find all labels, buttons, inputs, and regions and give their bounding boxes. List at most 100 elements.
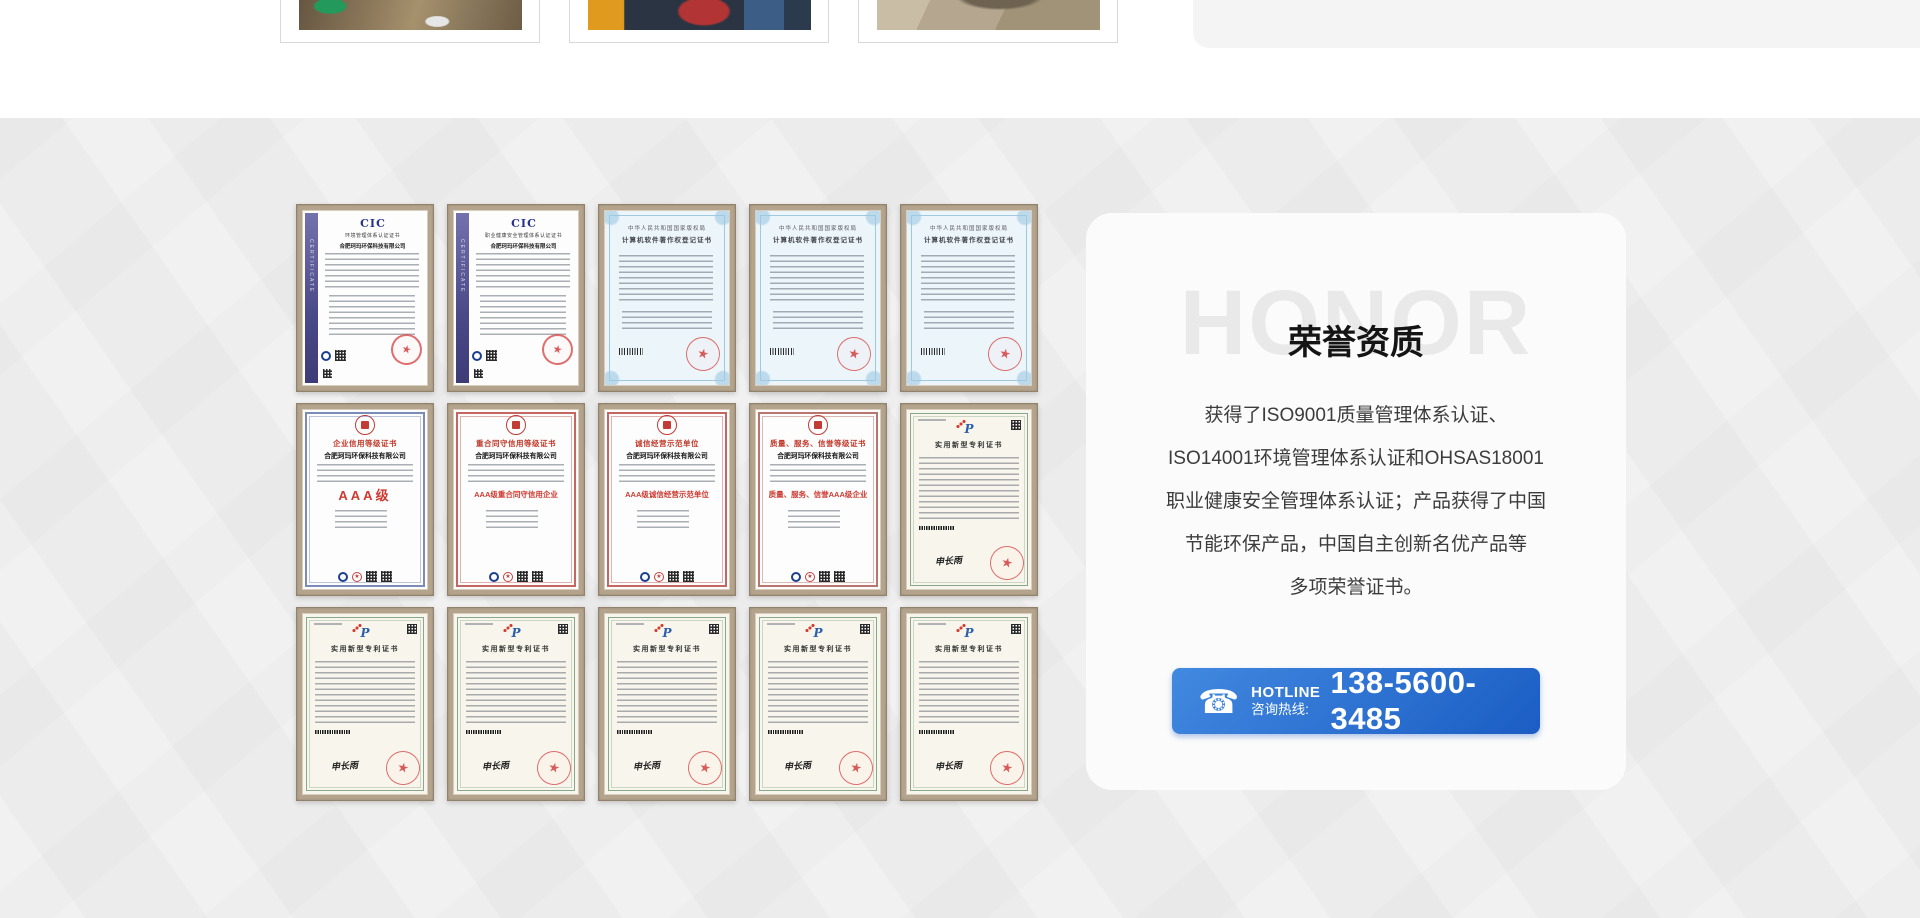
certificate-paper: 中华人民共和国国家版权局 计算机软件著作权登记证书 ★	[756, 211, 880, 385]
certification-mark-icon	[472, 351, 482, 361]
cnipa-logo-icon: P	[964, 422, 973, 436]
certificate-decor	[465, 623, 493, 625]
certificate-paper: P 实用新型专利证书 申长雨 ★	[907, 410, 1031, 589]
qr-code-icon	[381, 571, 392, 582]
certificate-decor	[637, 510, 689, 528]
barcode-icon	[921, 348, 945, 355]
signature: 申长雨	[784, 758, 812, 773]
certificate-cic-iso: CERTIFICATE CIC 职业健康安全管理体系认证证书 合肥珂玛环保科技有…	[447, 204, 585, 392]
honor-description: 获得了ISO9001质量管理体系认证、 ISO14001环境管理体系认证和OHS…	[1106, 394, 1606, 609]
cnipa-logo-icon: P	[662, 626, 671, 640]
certificate-title: 质量、服务、信誉等级证书	[764, 438, 872, 449]
star-mark-icon: ★	[805, 572, 815, 582]
certificate-issuer: 中华人民共和国国家版权局	[911, 224, 1027, 232]
certificate-decor	[622, 311, 712, 331]
certificate-paper: P 实用新型专利证书 申长雨 ★	[303, 614, 427, 794]
certificate-title: 实用新型专利证书	[607, 644, 727, 654]
qr-code-icon	[558, 624, 568, 634]
certificate-decor	[919, 457, 1019, 519]
barcode-icon	[919, 730, 955, 734]
project-photo-card[interactable]	[858, 0, 1118, 43]
qr-code-icon	[474, 369, 483, 378]
qr-code-icon	[1011, 624, 1021, 634]
red-seal-icon: ★	[383, 748, 423, 788]
barcode-icon	[617, 730, 653, 734]
certificate-title: 重合同守信用等级证书	[462, 438, 570, 449]
certificate-title: 实用新型专利证书	[305, 644, 425, 654]
certificate-decor	[919, 661, 1019, 723]
phone-icon: ☎	[1198, 685, 1239, 718]
paragraph-line: 职业健康安全管理体系认证；产品获得了中国	[1106, 480, 1606, 523]
certificate-decor	[770, 464, 866, 484]
certificate-decor	[788, 510, 840, 528]
certificate-decor	[329, 295, 415, 337]
certificate-decor: ★	[462, 571, 570, 582]
certification-mark-icon	[321, 351, 331, 361]
certificate-decor	[918, 419, 946, 421]
barcode-icon	[466, 730, 502, 734]
certification-mark-icon	[489, 572, 499, 582]
page: CERTIFICATE CIC 环境管理体系认证证书 合肥珂玛环保科技有限公司 …	[0, 0, 1920, 918]
crane-truck-equipment-photo	[588, 0, 811, 30]
paragraph-line: 获得了ISO9001质量管理体系认证、	[1106, 394, 1606, 437]
certificate-paper: 质量、服务、信誉等级证书 合肥珂玛环保科技有限公司 质量、服务、信誉AAA级企业…	[756, 410, 880, 589]
project-photo-card[interactable]	[569, 0, 829, 43]
certificate-copyright: 中华人民共和国国家版权局 计算机软件著作权登记证书 ★	[749, 204, 887, 392]
certificate-side-band: CERTIFICATE	[305, 213, 318, 383]
signature: 申长雨	[935, 553, 963, 568]
certificate-company: 合肥珂玛环保科技有限公司	[460, 450, 572, 460]
certificate-credit: 质量、服务、信誉等级证书 合肥珂玛环保科技有限公司 质量、服务、信誉AAA级企业…	[749, 403, 887, 596]
certificate-issuer: 中华人民共和国国家版权局	[609, 224, 725, 232]
signature: 申长雨	[935, 758, 963, 773]
certificate-patent: P 实用新型专利证书 申长雨 ★	[447, 607, 585, 801]
certificate-copyright: 中华人民共和国国家版权局 计算机软件著作权登记证书 ★	[900, 204, 1038, 392]
certificate-decor	[476, 253, 570, 289]
certificate-title: 计算机软件著作权登记证书	[758, 234, 878, 244]
qr-code-icon	[834, 571, 845, 582]
certificate-paper: P 实用新型专利证书 申长雨 ★	[907, 614, 1031, 794]
qr-code-icon	[323, 369, 332, 378]
qr-code-icon	[366, 571, 377, 582]
certificate-decor	[480, 295, 566, 337]
certificate-decor	[768, 661, 868, 723]
paragraph-line: 节能环保产品，中国自主创新名优产品等	[1106, 523, 1606, 566]
honor-card: HONOR 荣誉资质 获得了ISO9001质量管理体系认证、 ISO14001环…	[1086, 213, 1626, 790]
qr-code-icon	[709, 624, 719, 634]
red-seal-icon: ★	[985, 334, 1025, 374]
paragraph-line: ISO14001环境管理体系认证和OHSAS18001	[1106, 437, 1606, 480]
red-seal-icon	[657, 415, 677, 435]
certificate-decor: ★	[311, 571, 419, 582]
qr-code-icon	[668, 571, 679, 582]
certificate-paper: 诚信经营示范单位 合肥珂玛环保科技有限公司 AAA级诚信经营示范单位 ★	[605, 410, 729, 589]
red-seal-icon: ★	[834, 334, 874, 374]
certificate-decor: ★	[613, 571, 721, 582]
certificate-copyright: 中华人民共和国国家版权局 计算机软件著作权登记证书 ★	[598, 204, 736, 392]
red-seal-icon	[506, 415, 526, 435]
signature: 申长雨	[482, 758, 510, 773]
project-gallery-strip	[0, 0, 1920, 118]
certificate-decor	[472, 350, 497, 361]
certificate-paper: 中华人民共和国国家版权局 计算机软件著作权登记证书 ★	[605, 211, 729, 385]
certificate-title: 职业健康安全管理体系认证证书	[470, 232, 577, 239]
certificate-credit: 企业信用等级证书 合肥珂玛环保科技有限公司 AAA级 ★	[296, 403, 434, 596]
barcode-icon	[315, 730, 351, 734]
certificate-patent: P 实用新型专利证书 申长雨 ★	[296, 607, 434, 801]
certificate-patent: P 实用新型专利证书 申长雨 ★	[900, 403, 1038, 596]
certificate-decor	[325, 253, 419, 289]
hotline-button[interactable]: ☎ HOTLINE 咨询热线: 138-5600-3485	[1172, 668, 1540, 734]
project-photo-card[interactable]	[280, 0, 540, 43]
certificate-decor	[921, 255, 1015, 303]
certificate-paper: 企业信用等级证书 合肥珂玛环保科技有限公司 AAA级 ★	[303, 410, 427, 589]
certificate-cic-iso: CERTIFICATE CIC 环境管理体系认证证书 合肥珂玛环保科技有限公司 …	[296, 204, 434, 392]
certificate-side-band: CERTIFICATE	[456, 213, 469, 383]
red-seal-icon	[355, 415, 375, 435]
certificate-paper: CERTIFICATE CIC 环境管理体系认证证书 合肥珂玛环保科技有限公司 …	[303, 211, 427, 385]
certificate-title: 诚信经营示范单位	[613, 438, 721, 449]
certificate-company: 合肥珂玛环保科技有限公司	[611, 450, 723, 460]
certificate-paper: 中华人民共和国国家版权局 计算机软件著作权登记证书 ★	[907, 211, 1031, 385]
qr-code-icon	[683, 571, 694, 582]
certificate-paper: P 实用新型专利证书 申长雨 ★	[605, 614, 729, 794]
certificate-decor	[924, 311, 1014, 331]
hotline-label-en: HOTLINE	[1251, 684, 1320, 701]
star-mark-icon: ★	[503, 572, 513, 582]
